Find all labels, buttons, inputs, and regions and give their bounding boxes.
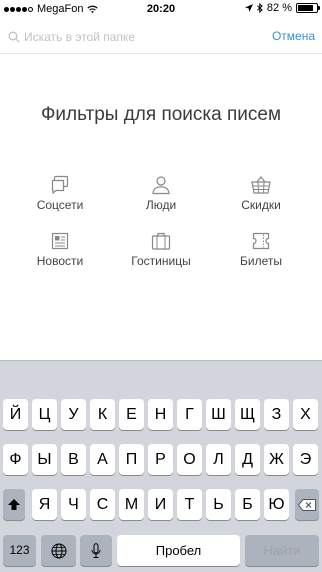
page-title: Фильтры для поиска писем [40,104,282,125]
key-letter[interactable]: Л [206,444,231,475]
battery-percent: 82 % [266,2,292,14]
filter-people[interactable]: Люди [121,175,201,212]
key-letter[interactable]: У [61,399,86,430]
key-letter[interactable]: Е [119,399,144,430]
search-input[interactable] [24,30,244,44]
microphone-icon [91,543,101,558]
signal-strength-icon [4,6,33,12]
newspaper-icon [51,232,69,250]
filter-hotels[interactable]: Гостиницы [121,231,201,268]
globe-key[interactable] [41,535,76,566]
key-letter[interactable]: Т [177,489,202,520]
wifi-icon [87,5,99,13]
cancel-button[interactable]: Отмена [272,29,315,43]
status-bar: MegaFon 20:20 82 % [0,0,322,18]
key-letter[interactable]: Ц [32,399,57,430]
key-letter[interactable]: И [148,489,173,520]
numbers-key[interactable]: 123 [3,535,36,566]
signal-dot [10,6,15,12]
key-letter[interactable]: В [61,444,86,475]
backspace-icon [297,498,316,511]
suitcase-icon [151,232,171,250]
microphone-key[interactable] [80,535,112,566]
person-icon [152,176,170,195]
filter-discounts[interactable]: Скидки [221,175,301,212]
key-letter[interactable]: Ь [206,489,231,520]
signal-dot-empty [28,6,33,12]
key-letter[interactable]: Ж [264,444,289,475]
shift-arrow-icon [8,499,20,511]
key-letter[interactable]: Э [293,444,318,475]
chat-bubbles-icon [51,175,69,195]
filter-label: Билеты [240,254,282,268]
filter-label: Новости [36,254,84,268]
filter-label: Соцсети [36,198,84,212]
key-letter[interactable]: Б [235,489,260,520]
battery-icon [296,3,320,13]
backspace-key[interactable] [295,489,319,520]
signal-dot [4,6,9,12]
key-letter[interactable]: А [90,444,115,475]
filter-label: Гостиницы [131,254,191,268]
key-letter[interactable]: Ф [3,444,28,475]
signal-dot [22,6,27,12]
key-letter[interactable]: Х [293,399,318,430]
filter-label: Скидки [241,198,281,212]
key-letter[interactable]: Ы [32,444,57,475]
key-letter[interactable]: О [177,444,202,475]
battery-fill [298,5,313,11]
key-letter[interactable]: Ю [264,489,289,520]
key-letter[interactable]: С [90,489,115,520]
key-letter[interactable]: Ч [61,489,86,520]
filter-tickets[interactable]: Билеты [221,231,301,268]
carrier-name: MegaFon [37,3,84,15]
basket-icon [251,176,271,194]
signal-dot [16,6,21,12]
shift-key[interactable] [3,489,25,520]
key-letter[interactable]: Й [3,399,28,430]
status-right: 82 % [244,2,320,14]
key-letter[interactable]: К [90,399,115,430]
filter-social[interactable]: Соцсети [20,175,100,212]
search-bar: Отмена [0,20,322,54]
key-letter[interactable]: М [119,489,144,520]
key-letter[interactable]: Д [235,444,260,475]
key-letter[interactable]: Г [177,399,202,430]
filter-news[interactable]: Новости [20,231,100,268]
key-letter[interactable]: З [264,399,289,430]
globe-icon [51,543,66,559]
keyboard: Й Ц У К Е Н Г Ш Щ З Х Ф Ы В А П Р О Л Д … [0,360,322,572]
key-letter[interactable]: Р [148,444,173,475]
search-field[interactable] [8,28,252,46]
space-key[interactable]: Пробел [117,535,240,566]
key-letter[interactable]: Н [148,399,173,430]
key-letter[interactable]: Щ [235,399,260,430]
filter-label: Люди [145,198,177,212]
ticket-icon [252,232,270,250]
key-letter[interactable]: Я [32,489,57,520]
status-left: MegaFon [4,3,99,15]
search-key[interactable]: Найти [245,535,319,566]
bluetooth-icon [257,3,263,13]
search-icon [8,31,20,43]
key-letter[interactable]: Ш [206,399,231,430]
location-arrow-icon [244,3,253,12]
key-letter[interactable]: П [119,444,144,475]
